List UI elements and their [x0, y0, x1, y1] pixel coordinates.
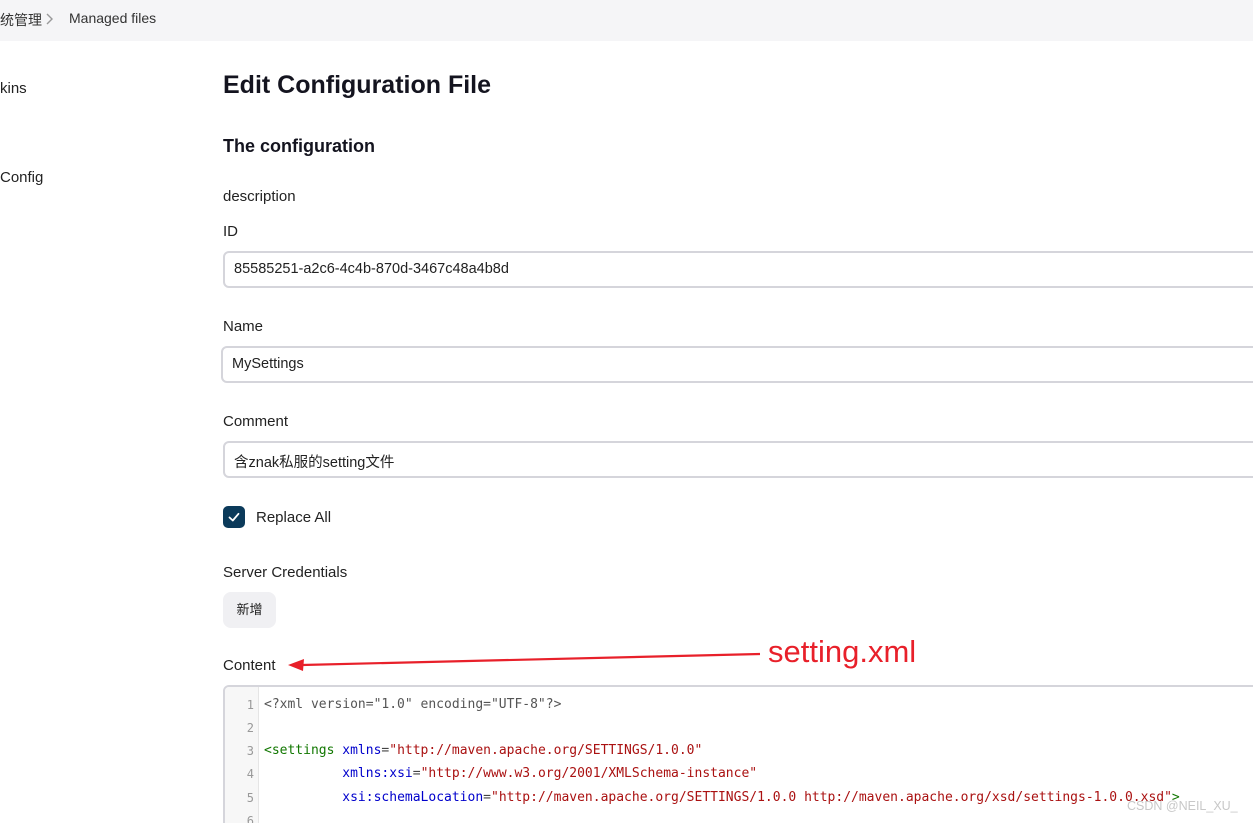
code-line: <settings xmlns="http://maven.apache.org…	[264, 743, 703, 758]
name-label: Name	[223, 318, 264, 335]
line-number: 3	[246, 744, 254, 758]
line-number: 4	[246, 767, 254, 781]
chevron-right-icon	[46, 13, 53, 25]
breadcrumb-item-parent[interactable]: 统管理	[0, 10, 42, 30]
id-field-value: 85585251-a2c6-4c4b-870d-3467c48a4b8d	[234, 261, 509, 277]
code-line: xsi:schemaLocation="http://maven.apache.…	[342, 790, 1180, 805]
replace-all-label[interactable]: Replace All	[256, 509, 331, 526]
comment-field[interactable]: 含znak私服的setting文件	[223, 441, 1253, 478]
content-code-editor[interactable]: 1 2 3 4 5 6 <?xml version="1.0" encoding…	[223, 685, 1253, 823]
annotation-arrow-icon	[288, 652, 761, 671]
code-line: xmlns:xsi="http://www.w3.org/2001/XMLSch…	[342, 766, 758, 781]
server-credentials-label: Server Credentials	[223, 564, 348, 581]
add-credentials-button[interactable]: 新增	[223, 592, 276, 628]
id-label: ID	[223, 223, 238, 240]
checkmark-icon	[228, 512, 240, 522]
code-line: <?xml version="1.0" encoding="UTF-8"?>	[264, 697, 562, 712]
line-number-gutter: 1 2 3 4 5 6	[225, 687, 259, 823]
section-title: The configuration	[223, 136, 375, 156]
sidebar-item-config[interactable]: Config	[0, 169, 43, 186]
comment-field-value: 含znak私服的setting文件	[234, 455, 395, 471]
name-field-value: MySettings	[232, 356, 304, 372]
content-label: Content	[223, 657, 276, 674]
breadcrumb-item-current[interactable]: Managed files	[69, 10, 156, 26]
description-label: description	[223, 188, 296, 205]
comment-label: Comment	[223, 413, 289, 430]
watermark: CSDN @NEIL_XU_	[1127, 799, 1238, 813]
line-number: 1	[246, 698, 254, 712]
line-number: 6	[246, 814, 254, 823]
replace-all-checkbox[interactable]	[223, 506, 245, 528]
page-title: Edit Configuration File	[223, 71, 492, 99]
id-field[interactable]: 85585251-a2c6-4c4b-870d-3467c48a4b8d	[223, 251, 1253, 288]
name-field[interactable]: MySettings	[221, 346, 1253, 383]
annotation-text: setting.xml	[768, 634, 917, 669]
breadcrumb-bar: 统管理 Managed files	[0, 0, 1253, 41]
line-number: 2	[246, 721, 254, 735]
line-number: 5	[246, 791, 254, 805]
sidebar-item-jenkins[interactable]: kins	[0, 80, 27, 97]
